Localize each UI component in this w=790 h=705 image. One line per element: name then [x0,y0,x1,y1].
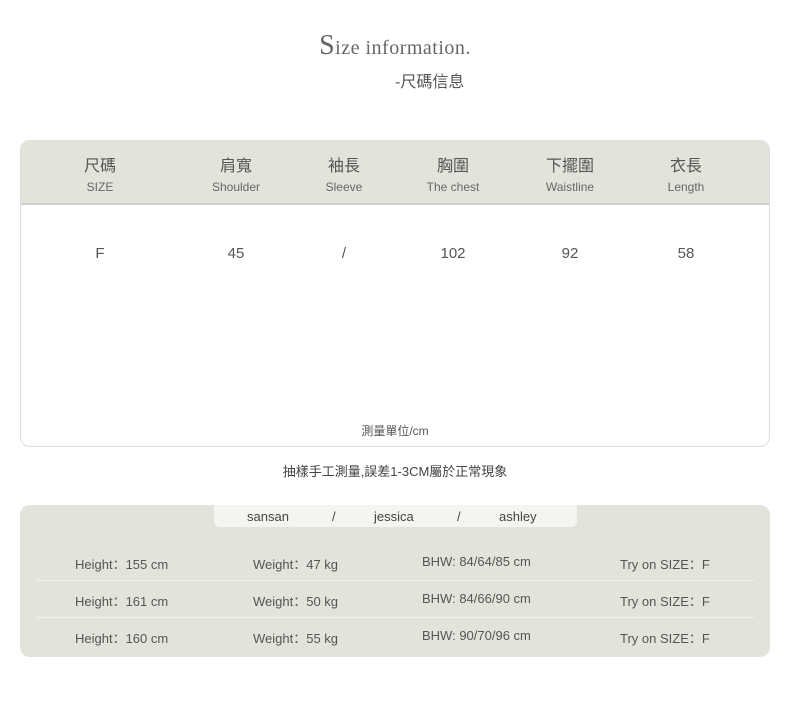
col-size-zh: 尺碼 [83,158,116,175]
model-info-card: sansan / jessica / ashley Height：155 cm … [20,505,770,657]
model-try-on-size: Try on SIZE：F [620,557,710,572]
col-shoulder-en: Shoulder [211,180,261,194]
model-height: Height：160 cm [75,631,169,646]
cell-waistline: 92 [561,245,579,262]
col-length-en: Length [667,180,705,194]
model-weight: Weight：55 kg [253,631,339,646]
model-bhw: BHW: 84/64/85 cm [422,554,531,569]
col-size-en: SIZE [86,180,114,194]
col-waistline-zh: 下擺圍 [545,158,594,175]
cell-sleeve: / [341,245,347,262]
measurement-unit: 測量單位/cm [361,424,429,438]
title-initial: S [319,30,336,61]
list-item: Height：160 cm Weight：55 kg BHW: 90/70/96… [20,628,770,665]
col-sleeve-zh: 袖長 [327,158,360,175]
cell-length: 58 [677,245,695,262]
size-table-header: 尺碼 SIZE 肩寬 Shoulder 袖長 Sleeve 胸圍 The che… [21,141,769,205]
list-item: Height：155 cm Weight：47 kg BHW: 84/64/85… [20,554,770,591]
cell-shoulder: 45 [227,245,245,262]
col-chest-zh: 胸圍 [436,158,469,175]
model-height: Height：155 cm [75,557,169,572]
model-name-ashley: ashley [499,509,537,524]
page-title: Size information. [0,30,790,62]
cell-chest: 102 [440,245,466,262]
model-name-jessica: jessica [374,509,414,524]
model-name-separator: / [332,509,336,524]
col-waistline-en: Waistline [545,180,595,194]
col-sleeve-en: Sleeve [325,180,363,194]
col-length-zh: 衣長 [669,158,702,175]
model-try-on-size: Try on SIZE：F [620,631,710,646]
row-divider [36,580,754,581]
col-shoulder-zh: 肩寬 [219,158,252,175]
model-weight: Weight：50 kg [253,594,339,609]
model-bhw: BHW: 90/70/96 cm [422,628,531,643]
model-height: Height：161 cm [75,594,169,609]
row-divider [36,617,754,618]
model-bhw: BHW: 84/66/90 cm [422,591,531,606]
col-chest-en: The chest [426,180,480,194]
model-weight: Weight：47 kg [253,557,339,572]
model-try-on-size: Try on SIZE：F [620,594,710,609]
model-names-bar: sansan / jessica / ashley [214,505,577,527]
page-subtitle: -尺碼信息 [395,74,465,91]
model-name-separator: / [457,509,461,524]
title-rest: ize information. [335,37,471,59]
list-item: Height：161 cm Weight：50 kg BHW: 84/66/90… [20,591,770,628]
measurement-note: 抽樣手工測量,誤差1-3CM屬於正常現象 [282,464,508,479]
size-table: 尺碼 SIZE 肩寬 Shoulder 袖長 Sleeve 胸圍 The che… [20,140,770,447]
cell-size: F [95,245,105,262]
model-name-sansan: sansan [247,509,289,524]
